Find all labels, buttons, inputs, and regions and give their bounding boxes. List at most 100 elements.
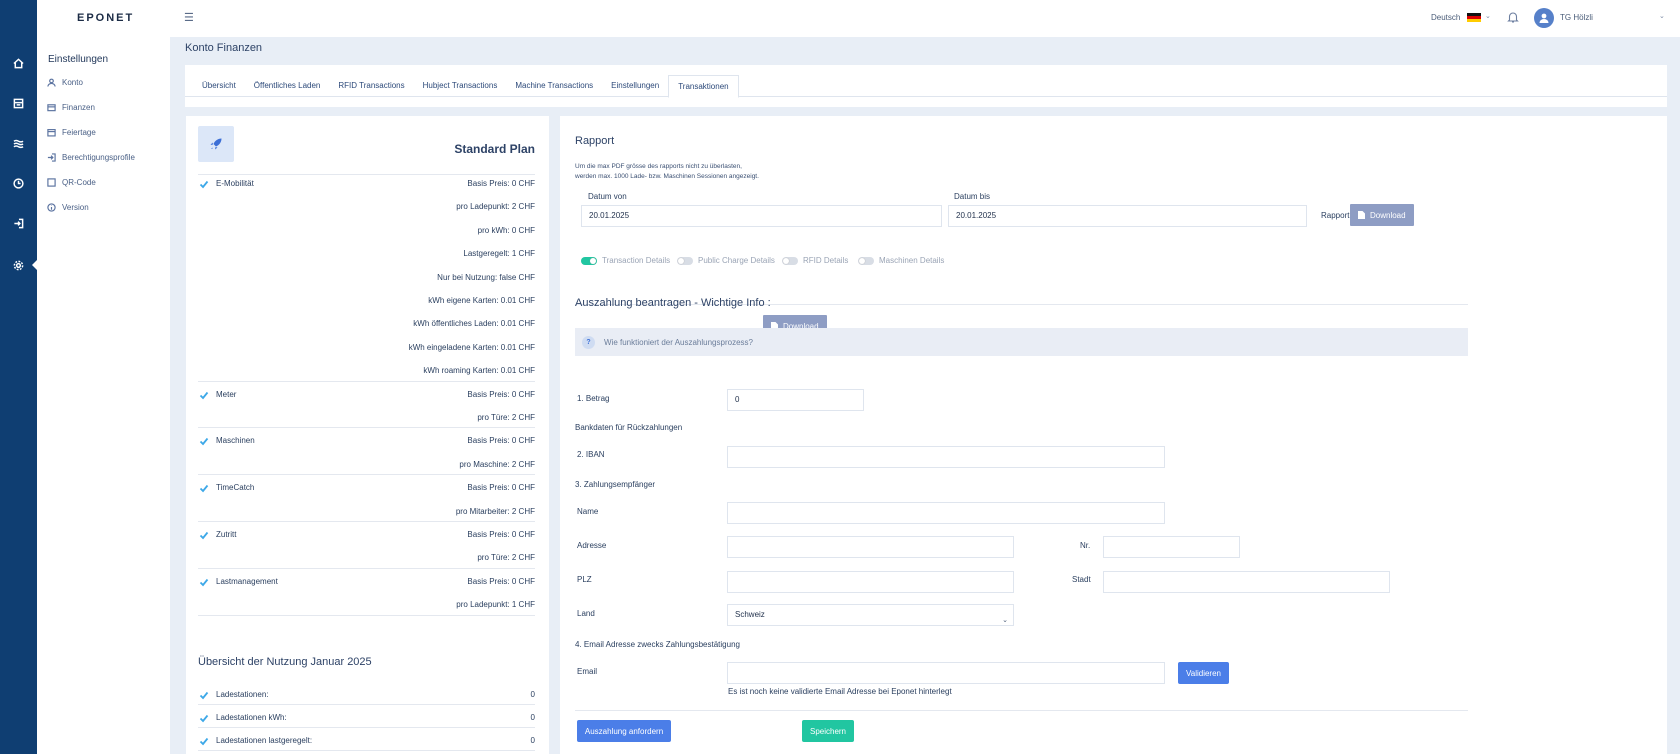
toggle-maschinen-details[interactable]: Maschinen Details (858, 256, 944, 265)
plan-feature-row: Meter Basis Preis: 0 CHF (198, 390, 535, 402)
tab-rfid-transactions[interactable]: RFID Transactions (329, 75, 413, 97)
station-icon[interactable] (11, 96, 26, 111)
feature-price: Nur bei Nutzung: false CHF (437, 273, 535, 282)
plan-price-row: pro Türe: 2 CHF (198, 553, 535, 565)
waves-icon[interactable] (11, 136, 26, 151)
divider (198, 704, 535, 705)
feature-price: Basis Preis: 0 CHF (467, 530, 535, 539)
nr-input[interactable] (1103, 536, 1240, 558)
tab-oeffentliches-laden[interactable]: Öffentliches Laden (245, 75, 330, 97)
validate-button[interactable]: Validieren (1178, 662, 1229, 684)
transactions-card: Rapport Um die max PDF grösse des rappor… (560, 116, 1667, 754)
address-label: Adresse (577, 541, 607, 550)
name-input[interactable] (727, 502, 1165, 524)
menu-toggle-icon[interactable]: ☰ (184, 11, 194, 24)
toggle-rfid-details[interactable]: RFID Details (782, 256, 848, 265)
sidebar-item-feiertage[interactable]: Feiertage (47, 125, 96, 139)
check-icon (199, 714, 209, 723)
plz-input[interactable] (727, 571, 1014, 593)
feature-price: kWh eingeladene Karten: 0.01 CHF (408, 343, 535, 352)
user-name[interactable]: TG Hölzli (1560, 13, 1593, 22)
info-icon (47, 202, 56, 212)
plan-name: Standard Plan (454, 142, 535, 156)
feature-name: Lastmanagement (216, 577, 278, 586)
email-label: Email (577, 667, 598, 676)
toggle-switch[interactable] (677, 256, 693, 265)
check-icon (199, 531, 209, 540)
tab-uebersicht[interactable]: Übersicht (193, 75, 245, 97)
toggle-transaction-details[interactable]: Transaction Details (581, 256, 670, 265)
divider (198, 568, 535, 569)
chevron-down-icon[interactable]: ⌄ (1485, 12, 1491, 20)
feature-price: pro Maschine: 2 CHF (459, 460, 535, 469)
date-to-input[interactable]: 20.01.2025 (948, 205, 1307, 227)
language-selector[interactable]: Deutsch (1431, 13, 1460, 22)
toggle-switch[interactable] (581, 256, 597, 265)
usage-value: 0 (530, 713, 535, 722)
sidebar-item-qr-code[interactable]: QR-Code (47, 175, 96, 189)
plan-price-row: pro Mitarbeiter: 2 CHF (198, 507, 535, 519)
login-icon[interactable] (11, 216, 26, 231)
toggle-public-charge-details[interactable]: Public Charge Details (677, 256, 775, 265)
nr-label: Nr. (1080, 541, 1091, 550)
plan-price-row: pro Maschine: 2 CHF (198, 460, 535, 472)
save-button[interactable]: Speichern (802, 720, 854, 742)
request-payout-button[interactable]: Auszahlung anfordern (577, 720, 671, 742)
toggle-switch[interactable] (782, 256, 798, 265)
file-icon (1358, 211, 1365, 219)
plan-feature-row: TimeCatch Basis Preis: 0 CHF (198, 483, 535, 495)
german-flag-icon[interactable] (1467, 13, 1481, 22)
report-download-button[interactable]: Download (1350, 204, 1414, 226)
usage-value: 0 (530, 690, 535, 699)
tab-hubject-transactions[interactable]: Hubject Transactions (414, 75, 507, 97)
payout-info-accordion[interactable]: ? Wie funktioniert der Auszahlungsprozes… (575, 328, 1468, 356)
date-to-label: Datum bis (954, 192, 991, 201)
settings-sidebar: Einstellungen Konto Finanzen Feiertage B… (37, 37, 170, 754)
tab-machine-transactions[interactable]: Machine Transactions (506, 75, 602, 97)
calendar-icon (47, 128, 56, 137)
sidebar-item-version[interactable]: Version (47, 200, 89, 214)
plan-feature-row: Lastmanagement Basis Preis: 0 CHF (198, 577, 535, 589)
feature-name: Meter (216, 390, 237, 399)
plan-price-row: Lastgeregelt: 1 CHF (198, 249, 535, 261)
plan-price-row: pro Ladepunkt: 1 CHF (198, 600, 535, 612)
tab-transaktionen[interactable]: Transaktionen (668, 75, 739, 98)
email-input[interactable] (727, 662, 1165, 684)
email-hint: Es ist noch keine validierte Email Adres… (728, 687, 952, 696)
clock-icon[interactable] (11, 176, 26, 191)
app-logo[interactable]: EPONET (77, 12, 134, 24)
date-from-label: Datum von (588, 192, 627, 201)
home-icon[interactable] (11, 56, 26, 71)
toggle-switch[interactable] (858, 256, 874, 265)
gear-icon[interactable] (11, 258, 26, 273)
date-from-input[interactable]: 20.01.2025 (581, 205, 942, 227)
plan-price-row: pro Ladepunkt: 2 CHF (198, 202, 535, 214)
usage-title: Übersicht der Nutzung Januar 2025 (198, 656, 372, 668)
chevron-down-icon[interactable]: ⌄ (1659, 12, 1665, 20)
plan-feature-row: Zutritt Basis Preis: 0 CHF (198, 530, 535, 542)
report-note: Um die max PDF grösse des rapports nicht… (575, 162, 759, 182)
feature-name: TimeCatch (216, 483, 255, 492)
report-title: Rapport (575, 135, 615, 147)
check-icon (199, 437, 209, 446)
tab-einstellungen[interactable]: Einstellungen (602, 75, 668, 97)
email-heading: 4. Email Adresse zwecks Zahlungsbestätig… (575, 640, 740, 649)
tab-bar: Übersicht Öffentliches Laden RFID Transa… (185, 75, 1667, 98)
country-select[interactable]: Schweiz ⌄ (727, 604, 1014, 626)
feature-price: kWh eigene Karten: 0.01 CHF (428, 296, 535, 305)
address-input[interactable] (727, 536, 1014, 558)
divider (198, 750, 535, 751)
toggle-label: Transaction Details (602, 256, 671, 265)
plz-label: PLZ (577, 575, 592, 584)
iban-input[interactable] (727, 446, 1165, 468)
city-input[interactable] (1103, 571, 1390, 593)
avatar[interactable] (1534, 8, 1554, 28)
feature-price: pro Türe: 2 CHF (477, 553, 535, 562)
sidebar-item-berechtigungsprofile[interactable]: Berechtigungsprofile (47, 150, 135, 164)
amount-input[interactable]: 0 (727, 389, 864, 411)
bell-icon[interactable] (1506, 10, 1520, 24)
sidebar-item-konto[interactable]: Konto (47, 75, 83, 89)
sidebar-item-finanzen[interactable]: Finanzen (47, 100, 95, 114)
country-label: Land (577, 609, 595, 618)
toggle-label: RFID Details (803, 256, 849, 265)
